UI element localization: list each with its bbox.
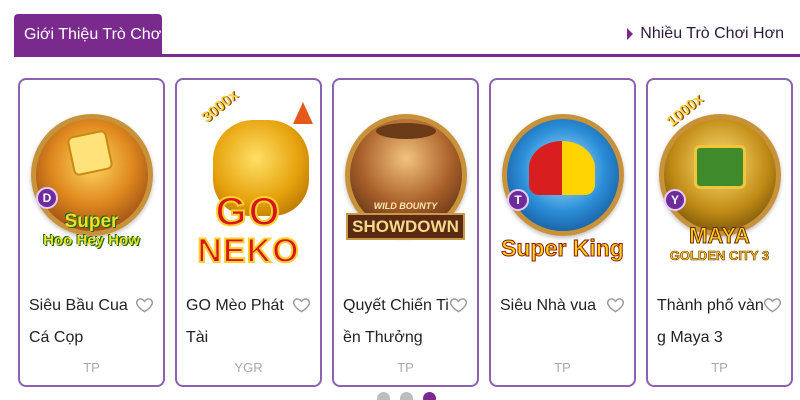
maya-mask-icon xyxy=(693,145,746,189)
game-logo: GO NEKO xyxy=(196,190,300,270)
provider-label: YGR xyxy=(234,360,263,375)
triangle-right-icon xyxy=(627,28,634,40)
provider-badge: T xyxy=(507,189,529,211)
game-thumbnail[interactable]: WILD BOUNTY SHOWDOWN xyxy=(342,92,469,276)
provider-badge: D xyxy=(36,187,58,209)
tab-game-intro[interactable]: Giới Thiệu Trò Chơi xyxy=(14,14,165,56)
game-logo: Super Hoo Hey How xyxy=(43,211,140,249)
lucky-cat-ear xyxy=(293,102,313,124)
game-name: Siêu Bầu Cua Cá Cọp xyxy=(29,297,128,346)
game-name: Siêu Nhà vua xyxy=(500,297,597,314)
game-name: Quyết Chiến Tiền Thưởng xyxy=(343,297,449,346)
game-name: Thành phố vàng Maya 3 xyxy=(657,297,764,346)
heart-icon[interactable] xyxy=(449,295,468,314)
pagination-dot-active[interactable] xyxy=(423,392,436,400)
game-name: GO Mèo Phát Tài xyxy=(186,297,284,346)
more-games-link[interactable]: Nhiều Trò Chơi Hơn xyxy=(627,25,784,43)
pagination-dots xyxy=(377,392,436,400)
game-card[interactable]: 1000x Y MAYA GOLDEN CITY 3 Thành phố vàn… xyxy=(646,78,793,387)
pagination-dot[interactable] xyxy=(377,392,390,400)
game-thumbnail[interactable]: D Super Hoo Hey How xyxy=(28,92,155,276)
game-card-list: D Super Hoo Hey How Siêu Bầu Cua Cá Cọp … xyxy=(18,78,793,387)
game-logo: MAYA GOLDEN CITY 3 xyxy=(669,223,770,263)
header-divider xyxy=(14,54,800,57)
heart-icon[interactable] xyxy=(763,295,782,314)
cowboy-hat-icon xyxy=(375,123,436,139)
section-header: Giới Thiệu Trò Chơi Nhiều Trò Chơi Hơn xyxy=(0,0,800,58)
more-games-label: Nhiều Trò Chơi Hơn xyxy=(640,25,784,42)
multiplier-badge: 3000x xyxy=(198,86,242,127)
game-logo: WILD BOUNTY SHOWDOWN xyxy=(344,202,467,240)
heart-icon[interactable] xyxy=(292,295,311,314)
provider-label: TP xyxy=(554,360,571,375)
pagination-dot[interactable] xyxy=(400,392,413,400)
game-art-disc xyxy=(501,114,624,236)
game-art-disc xyxy=(658,114,781,236)
game-card[interactable]: T Super King Siêu Nhà vua TP xyxy=(489,78,636,387)
heart-icon[interactable] xyxy=(606,295,625,314)
game-card[interactable]: 3000x GO NEKO GO Mèo Phát Tài YGR xyxy=(175,78,322,387)
provider-label: TP xyxy=(711,360,728,375)
provider-label: TP xyxy=(397,360,414,375)
game-thumbnail[interactable]: T Super King xyxy=(499,92,626,276)
game-card[interactable]: D Super Hoo Hey How Siêu Bầu Cua Cá Cọp … xyxy=(18,78,165,387)
game-thumbnail[interactable]: 1000x Y MAYA GOLDEN CITY 3 xyxy=(656,91,783,276)
jester-crown-icon xyxy=(528,141,595,195)
provider-badge: Y xyxy=(664,189,686,211)
game-thumbnail[interactable]: 3000x GO NEKO xyxy=(185,87,313,276)
dice-icon xyxy=(65,129,114,177)
provider-label: TP xyxy=(83,360,100,375)
game-card[interactable]: WILD BOUNTY SHOWDOWN Quyết Chiến Tiền Th… xyxy=(332,78,479,387)
game-logo: Super King xyxy=(501,235,625,261)
heart-icon[interactable] xyxy=(135,295,154,314)
